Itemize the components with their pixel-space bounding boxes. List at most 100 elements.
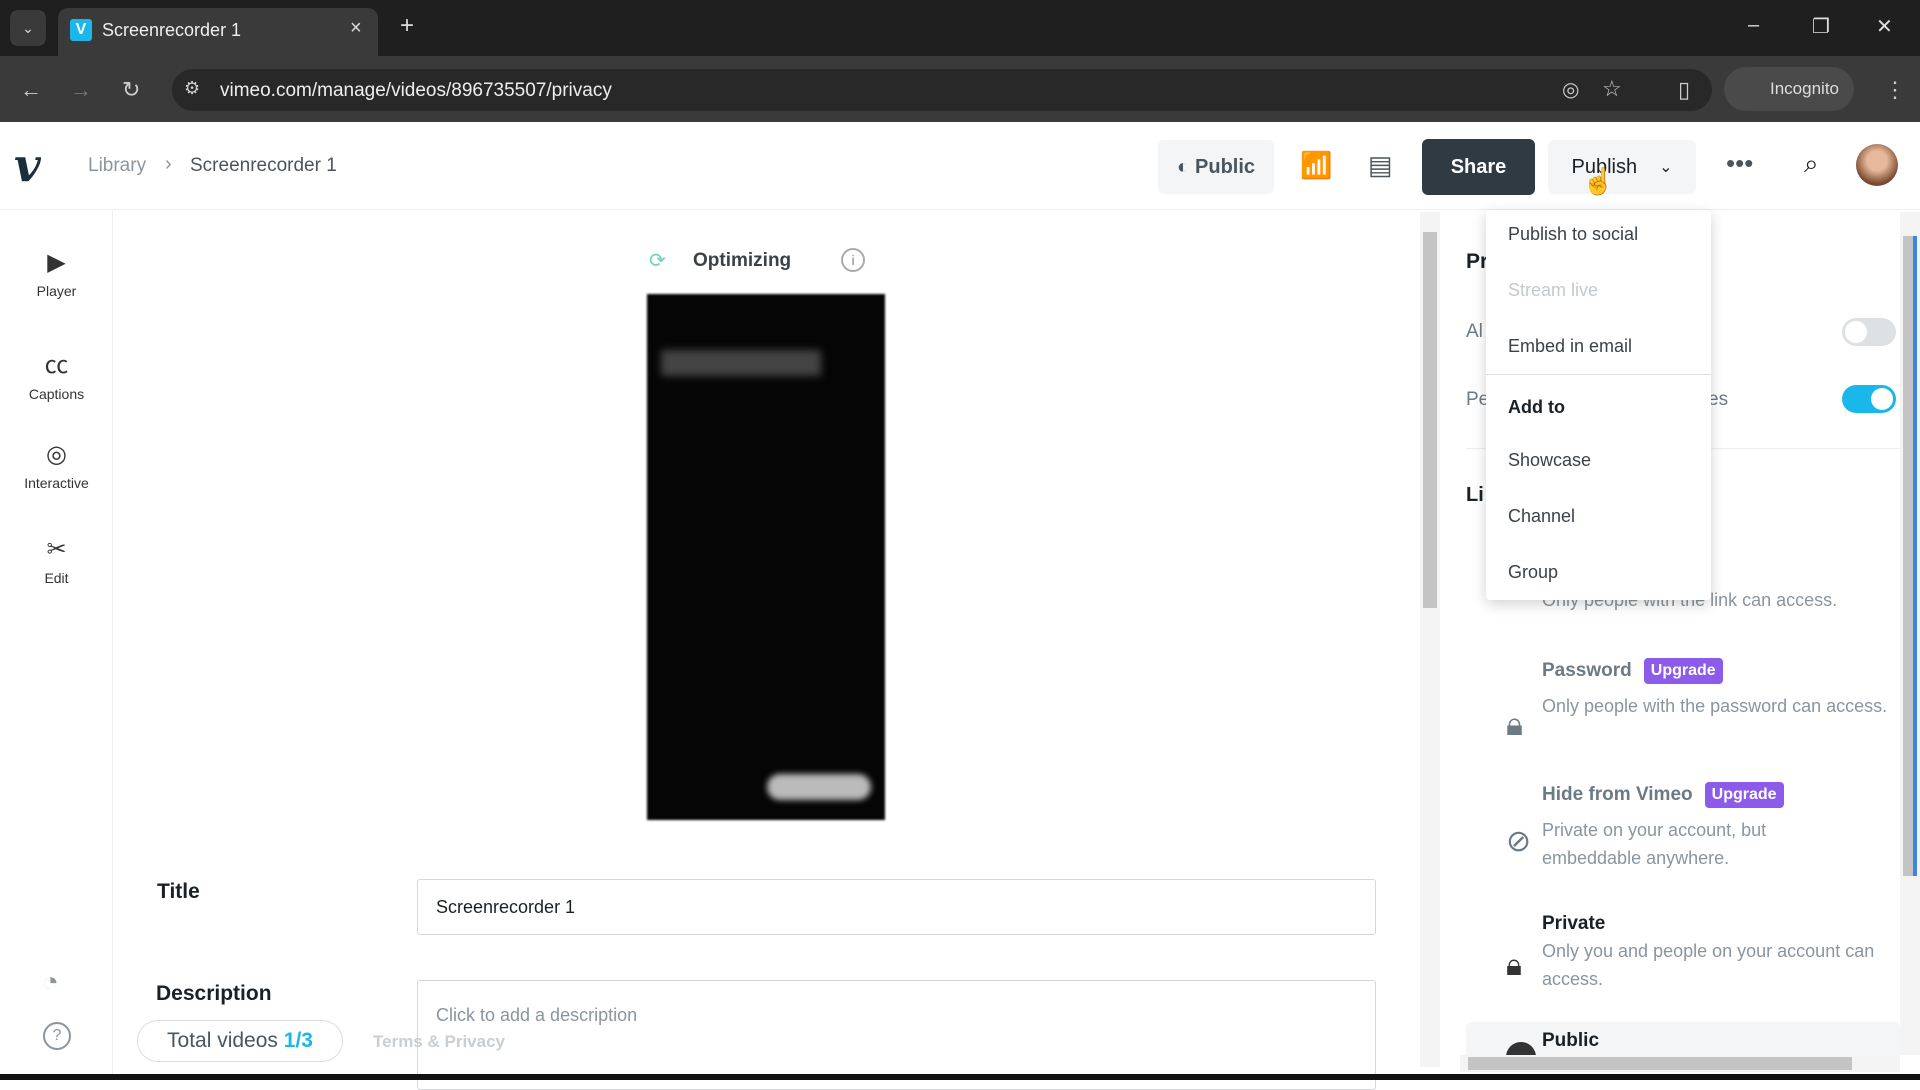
option-public[interactable]: Public xyxy=(1466,1022,1900,1055)
reload-icon[interactable]: ↻ xyxy=(122,77,140,103)
option-title: Password xyxy=(1542,660,1632,681)
help-icon[interactable]: ? xyxy=(43,1022,71,1050)
option-desc: Only people with the password can access… xyxy=(1542,696,1888,716)
breadcrumb-current: Screenrecorder 1 xyxy=(190,155,337,176)
menu-item-channel[interactable]: Channel xyxy=(1508,506,1575,527)
menu-item-showcase[interactable]: Showcase xyxy=(1508,450,1591,471)
sidebar-item-edit[interactable]: ✂ Edit xyxy=(0,535,113,586)
option-title: Public xyxy=(1542,1030,1600,1051)
main-scrollbar-thumb[interactable] xyxy=(1423,232,1437,608)
address-bar[interactable]: ⚙ vimeo.com/manage/videos/896735507/priv… xyxy=(172,69,1712,111)
info-icon[interactable]: i xyxy=(841,248,865,272)
more-icon[interactable]: ••• xyxy=(1726,148,1753,179)
menu-item-group[interactable]: Group xyxy=(1508,562,1558,583)
publish-button[interactable]: Publish ⌄ xyxy=(1548,140,1696,194)
left-sidebar: ▶ Player ㏄ Captions ◎ Interactive ✂ Edit ◔ ? xyxy=(0,210,113,1080)
vimeo-logo[interactable]: v xyxy=(14,138,41,192)
avatar[interactable] xyxy=(1856,144,1898,186)
incognito-badge[interactable]: Incognito xyxy=(1724,67,1854,111)
restore-button[interactable]: ❐ xyxy=(1812,14,1830,39)
menu-item-embed-in-email[interactable]: Embed in email xyxy=(1508,336,1632,357)
new-tab-button[interactable]: + xyxy=(400,12,414,40)
star-icon[interactable]: ☆ xyxy=(1602,76,1622,102)
setting-row-1-toggle[interactable] xyxy=(1842,318,1896,346)
total-videos-value: 1/3 xyxy=(283,1029,313,1052)
sidebar-item-label: Interactive xyxy=(24,475,89,491)
option-desc: Only you and people on your account can … xyxy=(1542,941,1875,989)
menu-icon[interactable]: ⋮ xyxy=(1884,77,1906,103)
total-videos-pill[interactable]: Total videos 1/3 xyxy=(137,1020,343,1062)
cc-icon: ㏄ xyxy=(44,352,69,379)
status-text: Optimizing xyxy=(693,250,792,271)
breadcrumb-chevron-icon: › xyxy=(165,153,172,175)
analytics-icon[interactable]: 📶 xyxy=(1300,150,1332,181)
privacy-label: Public xyxy=(1195,155,1256,178)
privacy-public-button[interactable]: ◐ Public xyxy=(1158,140,1274,194)
upgrade-badge[interactable]: Upgrade xyxy=(1704,782,1784,808)
horizontal-scrollbar-thumb[interactable] xyxy=(1468,1057,1852,1070)
globe-icon xyxy=(1506,1042,1536,1055)
description-placeholder: Click to add a description xyxy=(436,1005,638,1025)
gauge-icon[interactable]: ◔ xyxy=(42,966,59,998)
url-text: vimeo.com/manage/videos/896735507/privac… xyxy=(220,80,612,101)
tab-search-button[interactable]: ⌄ xyxy=(10,10,46,46)
panel-horizontal-scrollbar[interactable] xyxy=(1460,1055,1900,1072)
back-icon[interactable]: ← xyxy=(20,77,42,103)
optimizing-spinner-icon: ⟳ xyxy=(649,250,666,272)
panel-heading: Pr xyxy=(1466,250,1489,273)
breadcrumb-library[interactable]: Library xyxy=(88,155,146,177)
title-label: Title xyxy=(157,880,200,903)
option-title: Hide from Vimeo xyxy=(1542,784,1693,805)
sidebar-item-label: Edit xyxy=(44,570,69,586)
menu-divider xyxy=(1486,374,1711,375)
scissors-icon: ✂ xyxy=(46,536,67,563)
option-title: Private xyxy=(1542,913,1606,934)
panel-scrollbar[interactable] xyxy=(1900,212,1920,1055)
globe-icon: ◐ xyxy=(1176,155,1190,178)
comments-icon[interactable]: ▤ xyxy=(1368,150,1393,181)
browser-tab-bar: ⌄ V Screenrecorder 1 × + – ❐ ✕ xyxy=(0,0,1920,56)
menu-item-publish-to-social[interactable]: Publish to social xyxy=(1508,224,1638,245)
main-scrollbar[interactable] xyxy=(1420,212,1440,1067)
lock-password-icon: 🔒︎ xyxy=(1506,706,1524,742)
video-preview[interactable] xyxy=(647,294,885,820)
panel-scrollbar-thumb[interactable] xyxy=(1903,236,1917,876)
tab-title: Screenrecorder 1 xyxy=(102,20,242,40)
description-label: Description xyxy=(156,982,272,1005)
chevron-down-icon: ⌄ xyxy=(1659,159,1673,176)
sidepanel-icon[interactable]: ▯ xyxy=(1678,77,1690,103)
terms-link[interactable]: Terms & Privacy xyxy=(373,1032,505,1052)
tab-close-icon[interactable]: × xyxy=(350,17,362,40)
upgrade-badge[interactable]: Upgrade xyxy=(1643,658,1723,684)
publish-dropdown-menu: Publish to social Stream live Embed in e… xyxy=(1486,210,1711,600)
site-info-icon[interactable]: ⚙ xyxy=(184,78,200,99)
preview-blur-text xyxy=(661,350,821,376)
close-window-button[interactable]: ✕ xyxy=(1876,14,1893,39)
sidebar-item-player[interactable]: ▶ Player xyxy=(0,248,113,299)
share-button[interactable]: Share xyxy=(1422,139,1535,195)
setting-row-2-label-end: es xyxy=(1708,389,1729,410)
vimeo-favicon-icon: V xyxy=(70,19,92,41)
forward-icon[interactable]: → xyxy=(70,77,92,103)
option-desc: Private on your account, but embeddable … xyxy=(1542,820,1767,868)
sidebar-item-interactive[interactable]: ◎ Interactive xyxy=(0,440,113,491)
bottom-edge xyxy=(0,1074,1920,1080)
menu-item-stream-live: Stream live xyxy=(1508,280,1599,300)
app-header: v Library › Screenrecorder 1 ◐ Public 📶 ▤… xyxy=(0,122,1920,210)
sidebar-item-label: Player xyxy=(36,283,77,299)
sidebar-item-label: Captions xyxy=(28,386,85,402)
setting-row-1-label: Al xyxy=(1466,321,1483,342)
setting-row-2-toggle[interactable] xyxy=(1842,385,1896,413)
browser-tab[interactable]: V Screenrecorder 1 × xyxy=(58,8,378,56)
minimize-button[interactable]: – xyxy=(1748,14,1759,37)
menu-section-add-to: Add to xyxy=(1508,397,1565,417)
title-value: Screenrecorder 1 xyxy=(436,896,576,917)
link-section-heading: Li xyxy=(1466,484,1484,506)
search-icon[interactable]: ⌕ xyxy=(1804,148,1819,180)
lock-icon: 🔒︎ xyxy=(1506,949,1522,982)
hand-cursor-icon: ☝ xyxy=(1582,166,1615,196)
main-content: ⟳ Optimizing i Title Screenrecorder 1 De… xyxy=(113,210,1420,1090)
title-input[interactable]: Screenrecorder 1 xyxy=(417,879,1376,935)
eye-off-icon[interactable]: ◎ xyxy=(1562,77,1579,102)
sidebar-item-captions[interactable]: ㏄ Captions xyxy=(0,345,113,402)
